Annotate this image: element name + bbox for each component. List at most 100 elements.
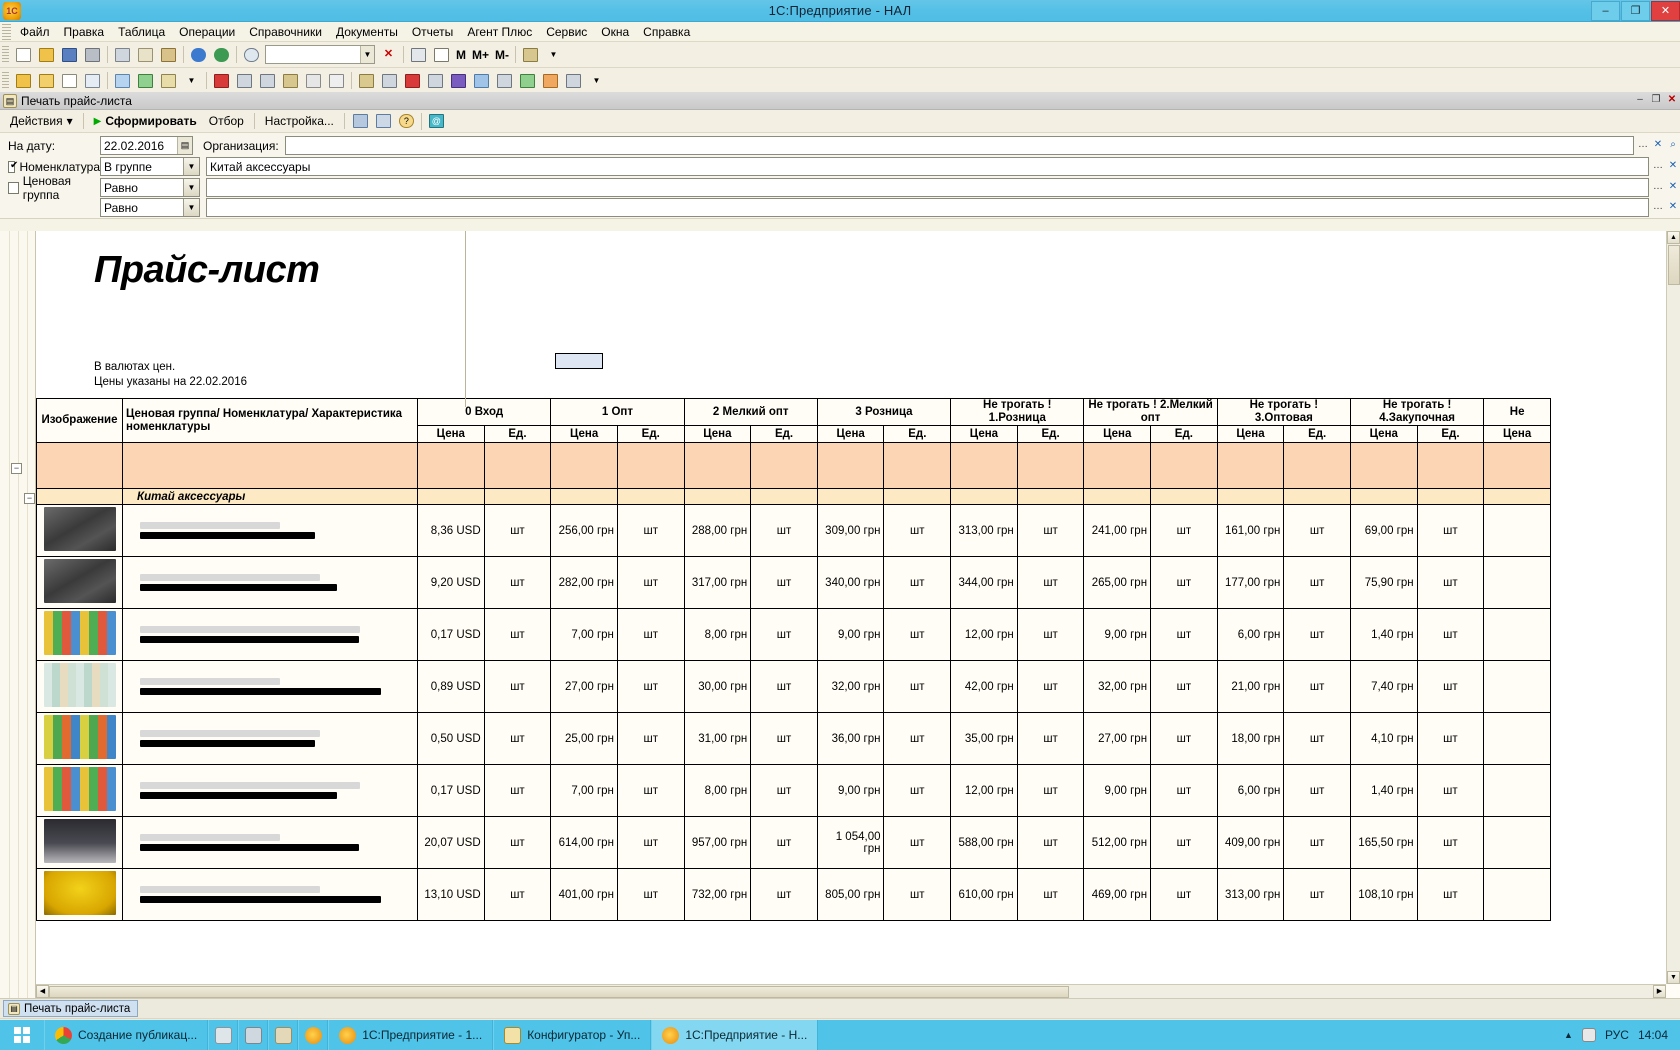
scroll-left-button[interactable]: ◀ (36, 985, 49, 998)
export-arrow-icon[interactable]: ▼ (181, 70, 202, 91)
taskbar-quick-folder[interactable] (268, 1020, 299, 1050)
restore-settings-icon[interactable] (373, 111, 394, 132)
search-input[interactable]: ▼ (265, 45, 375, 64)
vertical-scroll-thumb[interactable] (1668, 245, 1680, 285)
menu-item-windows[interactable]: Окна (594, 23, 636, 41)
menu-item-file[interactable]: Файл (13, 23, 57, 41)
dropdown-tools-icon[interactable]: ▼ (543, 44, 564, 65)
alert-icon[interactable] (402, 70, 423, 91)
undo-icon[interactable] (188, 44, 209, 65)
stop-icon[interactable] (211, 70, 232, 91)
export-icon[interactable] (158, 70, 179, 91)
calendar-icon[interactable]: ▤ (177, 137, 192, 154)
organization-input[interactable] (284, 136, 1634, 155)
clear-icon[interactable]: ✕ (1666, 158, 1680, 175)
clear-icon[interactable]: ✕ (1666, 179, 1680, 196)
clock[interactable]: 14:04 (1638, 1028, 1668, 1042)
redo-icon[interactable] (211, 44, 232, 65)
scroll-down-button[interactable]: ▼ (1667, 971, 1680, 984)
more-icon[interactable] (563, 70, 584, 91)
price-table-group-row[interactable]: Китай аксессуары (36, 488, 1551, 505)
chart-icon[interactable] (135, 70, 156, 91)
save-icon[interactable] (59, 44, 80, 65)
clear-icon[interactable]: ✕ (1666, 199, 1680, 216)
report-minimize-button[interactable]: – (1632, 93, 1648, 109)
taskbar-quick-1c[interactable] (298, 1020, 329, 1050)
nomenclature-value-input[interactable]: Китай аксессуары (206, 157, 1649, 176)
menu-item-service[interactable]: Сервис (539, 23, 594, 41)
catalog-icon[interactable] (13, 70, 34, 91)
actions-menu-button[interactable]: Действия ▾ (4, 112, 79, 130)
menu-item-help[interactable]: Справка (636, 23, 697, 41)
ellipsis-icon[interactable]: … (1651, 179, 1665, 196)
taskbar-quick-chart[interactable] (238, 1020, 269, 1050)
vertical-scrollbar[interactable]: ▲ ▼ (1666, 231, 1680, 984)
network-icon[interactable] (1581, 1028, 1596, 1042)
table-row[interactable]: 9,20 USD шт 282,00 грн шт 317,00 грн шт 340,00… (36, 556, 1551, 609)
ellipsis-icon[interactable]: … (1636, 137, 1650, 154)
scroll-up-button[interactable]: ▲ (1667, 231, 1680, 244)
wrench-icon[interactable] (280, 70, 301, 91)
start-button[interactable] (0, 1020, 44, 1050)
chevron-down-icon[interactable]: ▼ (360, 46, 374, 63)
horizontal-scroll-thumb[interactable] (49, 985, 1069, 998)
email-icon[interactable]: @ (426, 111, 447, 132)
taskbar-item-1c-first[interactable]: 1С:Предприятие - 1... (328, 1020, 494, 1050)
sheet-viewport[interactable]: Прайс-лист В валютах цен. Цены указаны н… (36, 231, 1666, 984)
help-icon[interactable]: ? (396, 111, 417, 132)
save-settings-icon[interactable] (350, 111, 371, 132)
report-close-button[interactable]: ✕ (1664, 93, 1680, 109)
green-doc-icon[interactable] (517, 70, 538, 91)
selected-cell[interactable] (555, 353, 603, 369)
menu-item-agent-plus[interactable]: Агент Плюс (460, 23, 539, 41)
table-row[interactable]: 8,36 USD шт 256,00 грн шт 288,00 грн шт 309,00… (36, 504, 1551, 557)
menu-item-operations[interactable]: Операции (172, 23, 242, 41)
memory-label[interactable]: M (453, 48, 469, 62)
language-indicator[interactable]: РУС (1605, 1028, 1629, 1042)
horizontal-scrollbar[interactable]: ◀ ▶ (36, 984, 1666, 998)
menu-item-edit[interactable]: Правка (57, 23, 112, 41)
copy-icon[interactable] (135, 44, 156, 65)
menu-item-table[interactable]: Таблица (111, 23, 172, 41)
chevron-down-icon[interactable]: ▼ (183, 199, 199, 216)
grid-icon[interactable] (326, 70, 347, 91)
price-group-condition-select[interactable]: Равно ▼ (100, 178, 200, 197)
menu-item-reports[interactable]: Отчеты (405, 23, 460, 41)
window-tab-price-list[interactable]: ▤ Печать прайс-листа (3, 1000, 139, 1017)
chevron-down-icon[interactable]: ▼ (183, 158, 199, 175)
taskbar-quick-keyboard[interactable] (208, 1020, 239, 1050)
print-icon[interactable] (82, 44, 103, 65)
report-restore-button[interactable]: ❐ (1648, 93, 1664, 109)
orange-doc-icon[interactable] (540, 70, 561, 91)
memory-minus-label[interactable]: M- (492, 48, 512, 62)
calculator-icon[interactable] (408, 44, 429, 65)
folder-open-icon[interactable] (36, 70, 57, 91)
settings-gear2-icon[interactable] (257, 70, 278, 91)
settings-button[interactable]: Настройка... (259, 112, 340, 130)
generate-button[interactable]: ▶ Сформировать (88, 112, 203, 130)
taskbar-item-chrome[interactable]: Создание публикац... (44, 1020, 209, 1050)
table-row[interactable]: 0,50 USD шт 25,00 грн шт 31,00 грн шт 36,00 гр… (36, 712, 1551, 765)
scroll-right-button[interactable]: ▶ (1653, 985, 1666, 998)
open-icon[interactable] (36, 44, 57, 65)
documents-list-icon[interactable] (82, 70, 103, 91)
clear-search-icon[interactable]: ✕ (378, 44, 399, 65)
memory-plus-label[interactable]: M+ (469, 48, 492, 62)
table-row[interactable]: 0,17 USD шт 7,00 грн шт 8,00 грн шт 9,00 грн шт… (36, 764, 1551, 817)
menu-item-catalogs[interactable]: Справочники (242, 23, 329, 41)
third-value-input[interactable] (206, 198, 1649, 217)
new-document-icon[interactable] (13, 44, 34, 65)
nomenclature-checkbox[interactable] (8, 160, 19, 173)
table-row[interactable]: 13,10 USD шт 401,00 грн шт 732,00 грн шт 805,0… (36, 868, 1551, 921)
list-icon[interactable] (303, 70, 324, 91)
lookup-icon[interactable]: ⌕ (1666, 137, 1680, 154)
gear3-icon[interactable] (379, 70, 400, 91)
price-group-value-input[interactable] (206, 178, 1649, 197)
cut-icon[interactable] (112, 44, 133, 65)
gear4-icon[interactable] (425, 70, 446, 91)
palette-icon[interactable] (448, 70, 469, 91)
taskbar-item-configurator[interactable]: Конфигуратор - Уп... (493, 1020, 652, 1050)
calendar-icon[interactable] (431, 44, 452, 65)
nomenclature-condition-select[interactable]: В группе ▼ (100, 157, 200, 176)
table-row[interactable]: 0,89 USD шт 27,00 грн шт 30,00 грн шт 32,00 гр… (36, 660, 1551, 713)
